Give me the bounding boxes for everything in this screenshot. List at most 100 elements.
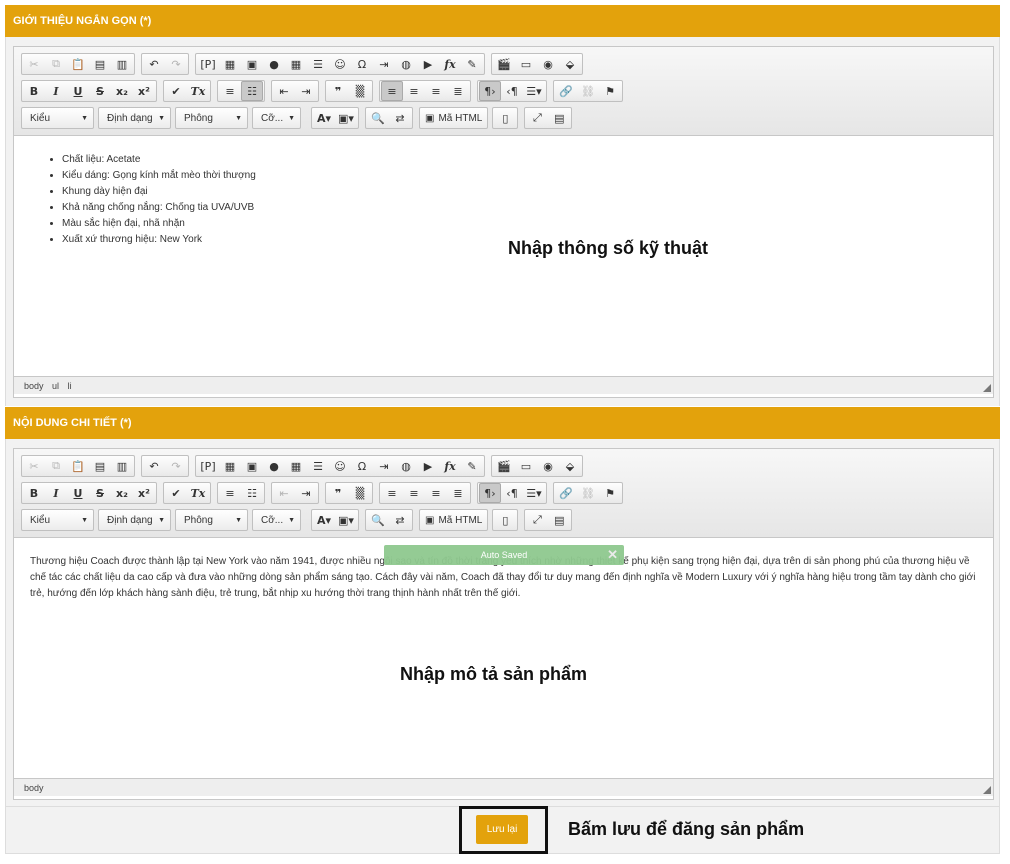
indent-icon[interactable]: ⇥ [295, 483, 317, 503]
resize-handle-icon[interactable] [983, 384, 991, 392]
maximize-icon[interactable]: ⤢ [526, 510, 548, 530]
unlink-icon[interactable]: ⛓ [577, 81, 599, 101]
align-justify-icon[interactable]: ≣ [447, 81, 469, 101]
editor-content-detail[interactable]: Thương hiệu Coach được thành lập tại New… [14, 538, 993, 778]
indent-icon[interactable]: ⇥ [295, 81, 317, 101]
source-html-button[interactable]: ▣ Mã HTML [419, 509, 489, 531]
globe-icon[interactable]: ◉ [537, 456, 559, 476]
ftp-icon[interactable]: ⬙ [559, 54, 581, 74]
paste-icon[interactable]: 📋 [67, 54, 89, 74]
div-container-icon[interactable]: ▒ [349, 483, 371, 503]
bulleted-list-icon[interactable]: ☷ [241, 81, 263, 101]
save-button[interactable]: Lưu lại [476, 815, 528, 844]
horizontal-line-icon[interactable]: ☰ [307, 456, 329, 476]
redo-icon[interactable]: ↷ [165, 54, 187, 74]
paste-icon[interactable]: 📋 [67, 456, 89, 476]
template-icon[interactable]: ▦ [219, 456, 241, 476]
smiley-icon[interactable]: ☺ [329, 54, 351, 74]
math-formula-icon[interactable]: fx [439, 54, 461, 74]
find-icon[interactable]: 🔍 [367, 510, 389, 530]
numbered-list-icon[interactable]: ≡ [219, 81, 241, 101]
media-icon[interactable]: 🎬 [493, 54, 515, 74]
undo-icon[interactable]: ↶ [143, 54, 165, 74]
special-char-icon[interactable]: Ω [351, 456, 373, 476]
form-field-icon[interactable]: ▭ [515, 456, 537, 476]
preview-icon[interactable]: ▯ [494, 510, 516, 530]
table-icon[interactable]: ▦ [285, 54, 307, 74]
underline-button[interactable]: U [67, 483, 89, 503]
anchor-flag-icon[interactable]: ⚑ [599, 483, 621, 503]
language-icon[interactable]: ☰▾ [523, 81, 545, 101]
template-icon[interactable]: ▦ [219, 54, 241, 74]
outdent-icon[interactable]: ⇤ [273, 483, 295, 503]
bg-color-button[interactable]: ▣▾ [335, 108, 357, 128]
align-right-icon[interactable]: ≡ [425, 483, 447, 503]
youtube-icon[interactable]: ▶ [417, 456, 439, 476]
numbered-list-icon[interactable]: ≡ [219, 483, 241, 503]
format-combo[interactable]: Định dạng ▼ [98, 509, 171, 531]
bold-button[interactable]: B [23, 483, 45, 503]
bulleted-list-icon[interactable]: ☷ [241, 483, 263, 503]
italic-button[interactable]: I [45, 483, 67, 503]
clean-icon[interactable]: ✎ [461, 456, 483, 476]
align-right-icon[interactable]: ≡ [425, 81, 447, 101]
source-html-button[interactable]: ▣ Mã HTML [419, 107, 489, 129]
path-element[interactable]: body [24, 381, 44, 391]
align-left-icon[interactable]: ≡ [381, 483, 403, 503]
link-icon[interactable]: 🔗 [555, 81, 577, 101]
form-field-icon[interactable]: ▭ [515, 54, 537, 74]
paste-word-icon[interactable]: ▥ [111, 54, 133, 74]
path-element[interactable]: ul [52, 381, 59, 391]
preview-icon[interactable]: ▯ [494, 108, 516, 128]
cut-icon[interactable]: ✂ [23, 54, 45, 74]
ltr-icon[interactable]: ¶› [479, 81, 501, 101]
blockquote-icon[interactable]: ❞ [327, 483, 349, 503]
flash-icon[interactable]: ● [263, 54, 285, 74]
smiley-icon[interactable]: ☺ [329, 456, 351, 476]
flash-icon[interactable]: ● [263, 456, 285, 476]
align-center-icon[interactable]: ≡ [403, 483, 425, 503]
paste-word-icon[interactable]: ▥ [111, 456, 133, 476]
math-formula-icon[interactable]: fx [439, 456, 461, 476]
size-combo[interactable]: Cỡ... ▼ [252, 107, 301, 129]
show-blocks-icon[interactable]: ▤ [548, 510, 570, 530]
italic-button[interactable]: I [45, 81, 67, 101]
subscript-button[interactable]: x₂ [111, 483, 133, 503]
path-element[interactable]: body [24, 783, 44, 793]
style-combo[interactable]: Kiểu ▼ [21, 509, 94, 531]
insert-break-icon[interactable]: ⇥ [373, 456, 395, 476]
strikethrough-button[interactable]: S [89, 81, 111, 101]
horizontal-line-icon[interactable]: ☰ [307, 54, 329, 74]
paste-text-icon[interactable]: ▤ [89, 54, 111, 74]
resize-handle-icon[interactable] [983, 786, 991, 794]
close-icon[interactable]: ✕ [607, 545, 618, 565]
format-combo[interactable]: Định dạng ▼ [98, 107, 171, 129]
undo-icon[interactable]: ↶ [143, 456, 165, 476]
div-container-icon[interactable]: ▒ [349, 81, 371, 101]
cut-icon[interactable]: ✂ [23, 456, 45, 476]
ltr-icon[interactable]: ¶› [479, 483, 501, 503]
font-combo[interactable]: Phông ▼ [175, 509, 248, 531]
media-icon[interactable]: 🎬 [493, 456, 515, 476]
iframe-icon[interactable]: ◍ [395, 456, 417, 476]
superscript-button[interactable]: x² [133, 483, 155, 503]
remove-format-icon[interactable]: Tx [187, 483, 209, 503]
remove-format-icon[interactable]: Tx [187, 81, 209, 101]
rtl-icon[interactable]: ‹¶ [501, 483, 523, 503]
text-color-button[interactable]: A▾ [313, 108, 335, 128]
align-left-icon[interactable]: ≡ [381, 81, 403, 101]
ftp-icon[interactable]: ⬙ [559, 456, 581, 476]
copy-icon[interactable]: ⧉ [45, 456, 67, 476]
special-char-icon[interactable]: Ω [351, 54, 373, 74]
underline-button[interactable]: U [67, 81, 89, 101]
style-combo[interactable]: Kiểu ▼ [21, 107, 94, 129]
size-combo[interactable]: Cỡ... ▼ [252, 509, 301, 531]
youtube-icon[interactable]: ▶ [417, 54, 439, 74]
anchor-flag-icon[interactable]: ⚑ [599, 81, 621, 101]
copy-icon[interactable]: ⧉ [45, 54, 67, 74]
bold-button[interactable]: B [23, 81, 45, 101]
redo-icon[interactable]: ↷ [165, 456, 187, 476]
text-color-button[interactable]: A▾ [313, 510, 335, 530]
replace-icon[interactable]: ⇄ [389, 108, 411, 128]
blockquote-icon[interactable]: ❞ [327, 81, 349, 101]
